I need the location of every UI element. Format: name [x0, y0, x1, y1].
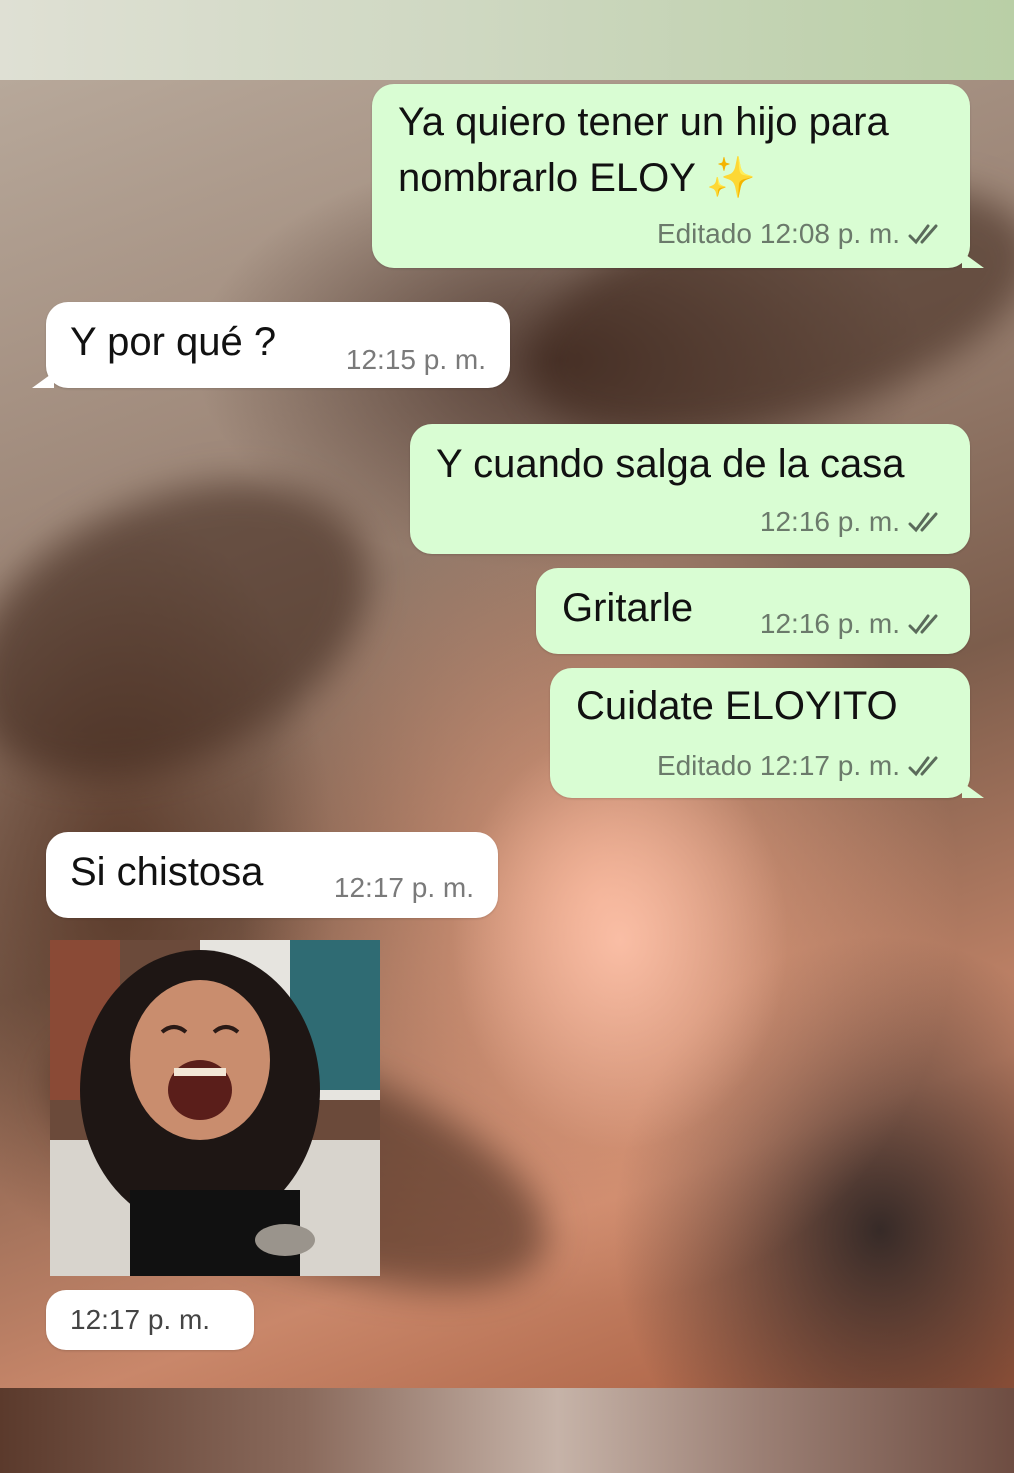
message-bubble-outgoing[interactable]: Cuidate ELOYITO Editado 12:17 p. m.	[550, 668, 984, 798]
top-band	[0, 0, 1014, 80]
message-bubble-incoming[interactable]: Si chistosa 12:17 p. m.	[46, 832, 498, 918]
message-text: Cuidate ELOYITO	[576, 684, 898, 728]
message-bubble-outgoing[interactable]: Y cuando salga de la casa 12:16 p. m.	[410, 424, 970, 554]
message-time: 12:17 p. m.	[333, 872, 474, 903]
message-text: Y por qué ?	[70, 320, 277, 364]
edited-label: Editado	[656, 218, 752, 249]
message-bubble-outgoing[interactable]: Ya quiero tener un hijo para nombrarlo E…	[372, 84, 984, 268]
message-bubble-outgoing[interactable]: Gritarle 12:16 p. m.	[536, 568, 970, 654]
bottom-band	[0, 1388, 1014, 1473]
message-meta: 12:16 p. m.	[760, 608, 946, 640]
message-text: nombrarlo ELOY ✨	[398, 156, 757, 200]
message-meta: 12:15 p. m.	[346, 344, 486, 376]
laughing-girl-photo[interactable]	[50, 940, 380, 1276]
message-bubble-incoming[interactable]: Y por qué ? 12:15 p. m.	[32, 302, 510, 388]
message-meta: 12:17 p. m.	[334, 872, 474, 904]
message-text: Gritarle	[562, 586, 694, 630]
message-time: 12:17 p. m.	[70, 1304, 211, 1335]
message-time: 12:16 p. m.	[759, 506, 900, 537]
message-meta: Editado 12:08 p. m.	[657, 218, 946, 250]
message-text: Y cuando salga de la casa	[436, 442, 905, 486]
double-check-icon	[908, 224, 938, 245]
message-meta: 12:16 p. m.	[760, 506, 946, 538]
image-timestamp-pill: 12:17 p. m.	[46, 1290, 254, 1350]
edited-label: Editado	[656, 750, 752, 781]
double-check-icon	[908, 614, 938, 635]
message-meta: Editado 12:17 p. m.	[657, 750, 946, 782]
double-check-icon	[908, 756, 938, 777]
message-time: 12:08 p. m.	[759, 218, 900, 249]
message-time: 12:15 p. m.	[345, 344, 486, 375]
message-time: 12:16 p. m.	[759, 608, 900, 639]
message-text: Ya quiero tener un hijo para	[398, 100, 889, 144]
double-check-icon	[908, 512, 938, 533]
photo-illustration	[50, 940, 380, 1276]
message-time: 12:17 p. m.	[759, 750, 900, 781]
message-text: Si chistosa	[70, 850, 264, 894]
